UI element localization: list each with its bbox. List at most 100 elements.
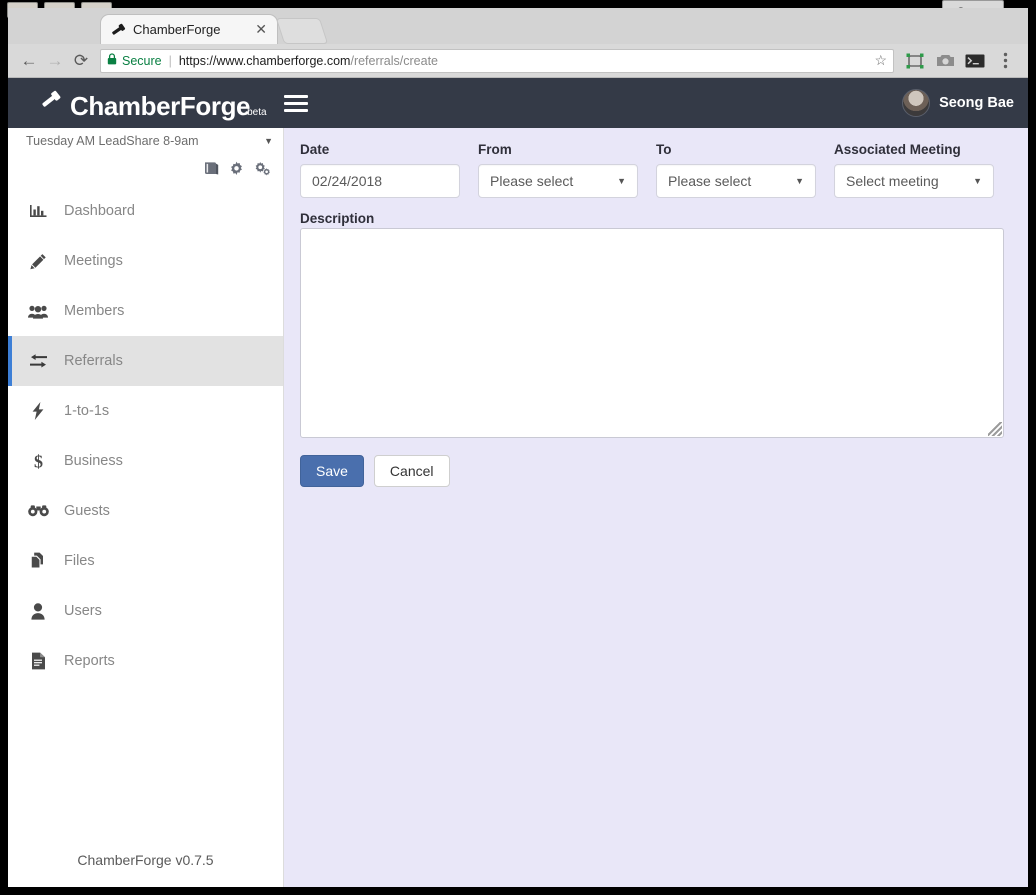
users-icon (12, 304, 64, 319)
form-actions: Save Cancel (300, 455, 1012, 487)
sidebar: Tuesday AM LeadShare 8-9am ▼ (8, 128, 284, 887)
sidebar-item-dashboard[interactable]: Dashboard (8, 186, 283, 236)
bar-chart-icon (12, 203, 64, 219)
field-to: To Please select ▼ (656, 142, 816, 198)
terminal-icon[interactable] (960, 49, 990, 73)
from-value: Please select (490, 173, 573, 189)
sidebar-item-business[interactable]: $ Business (8, 436, 283, 486)
sidebar-item-referrals[interactable]: Referrals (8, 336, 283, 386)
address-bar[interactable]: Secure | https://www.chamberforge.com /r… (100, 49, 894, 73)
to-value: Please select (668, 173, 751, 189)
pencil-icon (12, 253, 64, 270)
svg-text:$: $ (34, 452, 43, 471)
sidebar-item-label: Guests (64, 503, 110, 519)
date-input[interactable]: 02/24/2018 (300, 164, 460, 198)
app-logo[interactable]: ChamberForge beta (22, 88, 262, 119)
date-label: Date (300, 142, 460, 158)
cancel-button[interactable]: Cancel (374, 455, 450, 487)
url-host: https://www.chamberforge.com (179, 54, 351, 68)
sidebar-item-meetings[interactable]: Meetings (8, 236, 283, 286)
back-icon[interactable]: ← (16, 48, 42, 74)
sidebar-item-label: Reports (64, 653, 115, 669)
gavel-icon (109, 21, 127, 39)
from-select[interactable]: Please select ▼ (478, 164, 638, 198)
browser-tab-title: ChamberForge (133, 22, 253, 37)
sidebar-item-1-to-1s[interactable]: 1-to-1s (8, 386, 283, 436)
chevron-down-icon: ▼ (787, 176, 804, 186)
url-path: /referrals/create (350, 54, 438, 68)
meeting-label: Associated Meeting (834, 142, 994, 158)
to-select[interactable]: Please select ▼ (656, 164, 816, 198)
files-icon (12, 552, 64, 570)
gear-icon[interactable] (229, 161, 244, 176)
sidebar-footer: ChamberForge v0.7.5 (8, 833, 283, 887)
dollar-icon: $ (12, 452, 64, 471)
user-name: Seong Bae (939, 95, 1014, 111)
group-selector-value: Tuesday AM LeadShare 8-9am (26, 134, 199, 148)
security-label: Secure (122, 54, 162, 68)
sidebar-tool-icons (8, 154, 283, 182)
bolt-icon (12, 402, 64, 420)
user-menu[interactable]: Seong Bae (902, 89, 1014, 117)
exchange-icon (12, 354, 64, 369)
browser-window: ChamberForge ✕ ← → ⟳ Secure | https://ww… (8, 8, 1028, 887)
cogs-icon[interactable] (254, 161, 271, 176)
meeting-value: Select meeting (846, 173, 939, 189)
sidebar-item-reports[interactable]: Reports (8, 636, 283, 686)
gavel-icon (40, 88, 64, 115)
sidebar-item-label: 1-to-1s (64, 403, 109, 419)
field-date: Date 02/24/2018 (300, 142, 460, 198)
user-icon (12, 603, 64, 620)
sidebar-item-label: Files (64, 553, 95, 569)
sidebar-item-label: Meetings (64, 253, 123, 269)
to-label: To (656, 142, 816, 158)
chevron-down-icon: ▼ (965, 176, 982, 186)
app-body: Tuesday AM LeadShare 8-9am ▼ (8, 128, 1028, 887)
app-name: ChamberForge (70, 93, 250, 119)
book-icon[interactable] (204, 161, 219, 175)
description-textarea[interactable] (300, 228, 1004, 438)
sidebar-item-users[interactable]: Users (8, 586, 283, 636)
bookmark-star-icon[interactable]: ☆ (868, 52, 887, 69)
camera-icon[interactable] (930, 49, 960, 73)
sidebar-item-label: Referrals (64, 353, 123, 369)
chrome-menu-icon[interactable] (990, 49, 1020, 73)
sidebar-item-label: Dashboard (64, 203, 135, 219)
meeting-select[interactable]: Select meeting ▼ (834, 164, 994, 198)
sidebar-nav: Dashboard Meetings (8, 186, 283, 686)
hamburger-icon[interactable] (284, 95, 308, 112)
binoculars-icon (12, 505, 64, 517)
sidebar-item-label: Members (64, 303, 124, 319)
main-content: Date 02/24/2018 From Please select ▼ (284, 128, 1028, 887)
from-label: From (478, 142, 638, 158)
sidebar-item-files[interactable]: Files (8, 536, 283, 586)
chevron-down-icon: ▼ (264, 136, 273, 146)
save-button[interactable]: Save (300, 455, 364, 487)
field-description: Description (300, 210, 1012, 438)
group-selector[interactable]: Tuesday AM LeadShare 8-9am ▼ (8, 128, 283, 154)
new-tab-button[interactable] (276, 18, 328, 44)
hamburger-bar (284, 95, 308, 98)
sidebar-item-label: Users (64, 603, 102, 619)
address-divider: | (169, 54, 172, 68)
lock-icon (107, 53, 117, 68)
field-from: From Please select ▼ (478, 142, 638, 198)
browser-tab[interactable]: ChamberForge ✕ (100, 14, 278, 44)
screenshot-region-icon[interactable] (900, 49, 930, 73)
field-associated-meeting: Associated Meeting Select meeting ▼ (834, 142, 994, 198)
page-viewport: ChamberForge beta Seong Bae Tuesda (8, 78, 1028, 887)
sidebar-item-guests[interactable]: Guests (8, 486, 283, 536)
avatar (902, 89, 930, 117)
sidebar-item-members[interactable]: Members (8, 286, 283, 336)
forward-icon[interactable]: → (42, 48, 68, 74)
screen: ▲ ▬ ▭ Seong ChamberForge ✕ (0, 0, 1036, 895)
close-icon[interactable]: ✕ (253, 21, 269, 38)
resize-handle[interactable] (988, 422, 1002, 436)
sidebar-item-label: Business (64, 453, 123, 469)
reload-icon[interactable]: ⟳ (68, 48, 94, 74)
browser-tabstrip: ChamberForge ✕ (8, 8, 1028, 44)
description-label: Description (300, 211, 374, 226)
date-value: 02/24/2018 (312, 173, 382, 189)
hamburger-bar (284, 102, 308, 105)
app-header: ChamberForge beta Seong Bae (8, 78, 1028, 128)
